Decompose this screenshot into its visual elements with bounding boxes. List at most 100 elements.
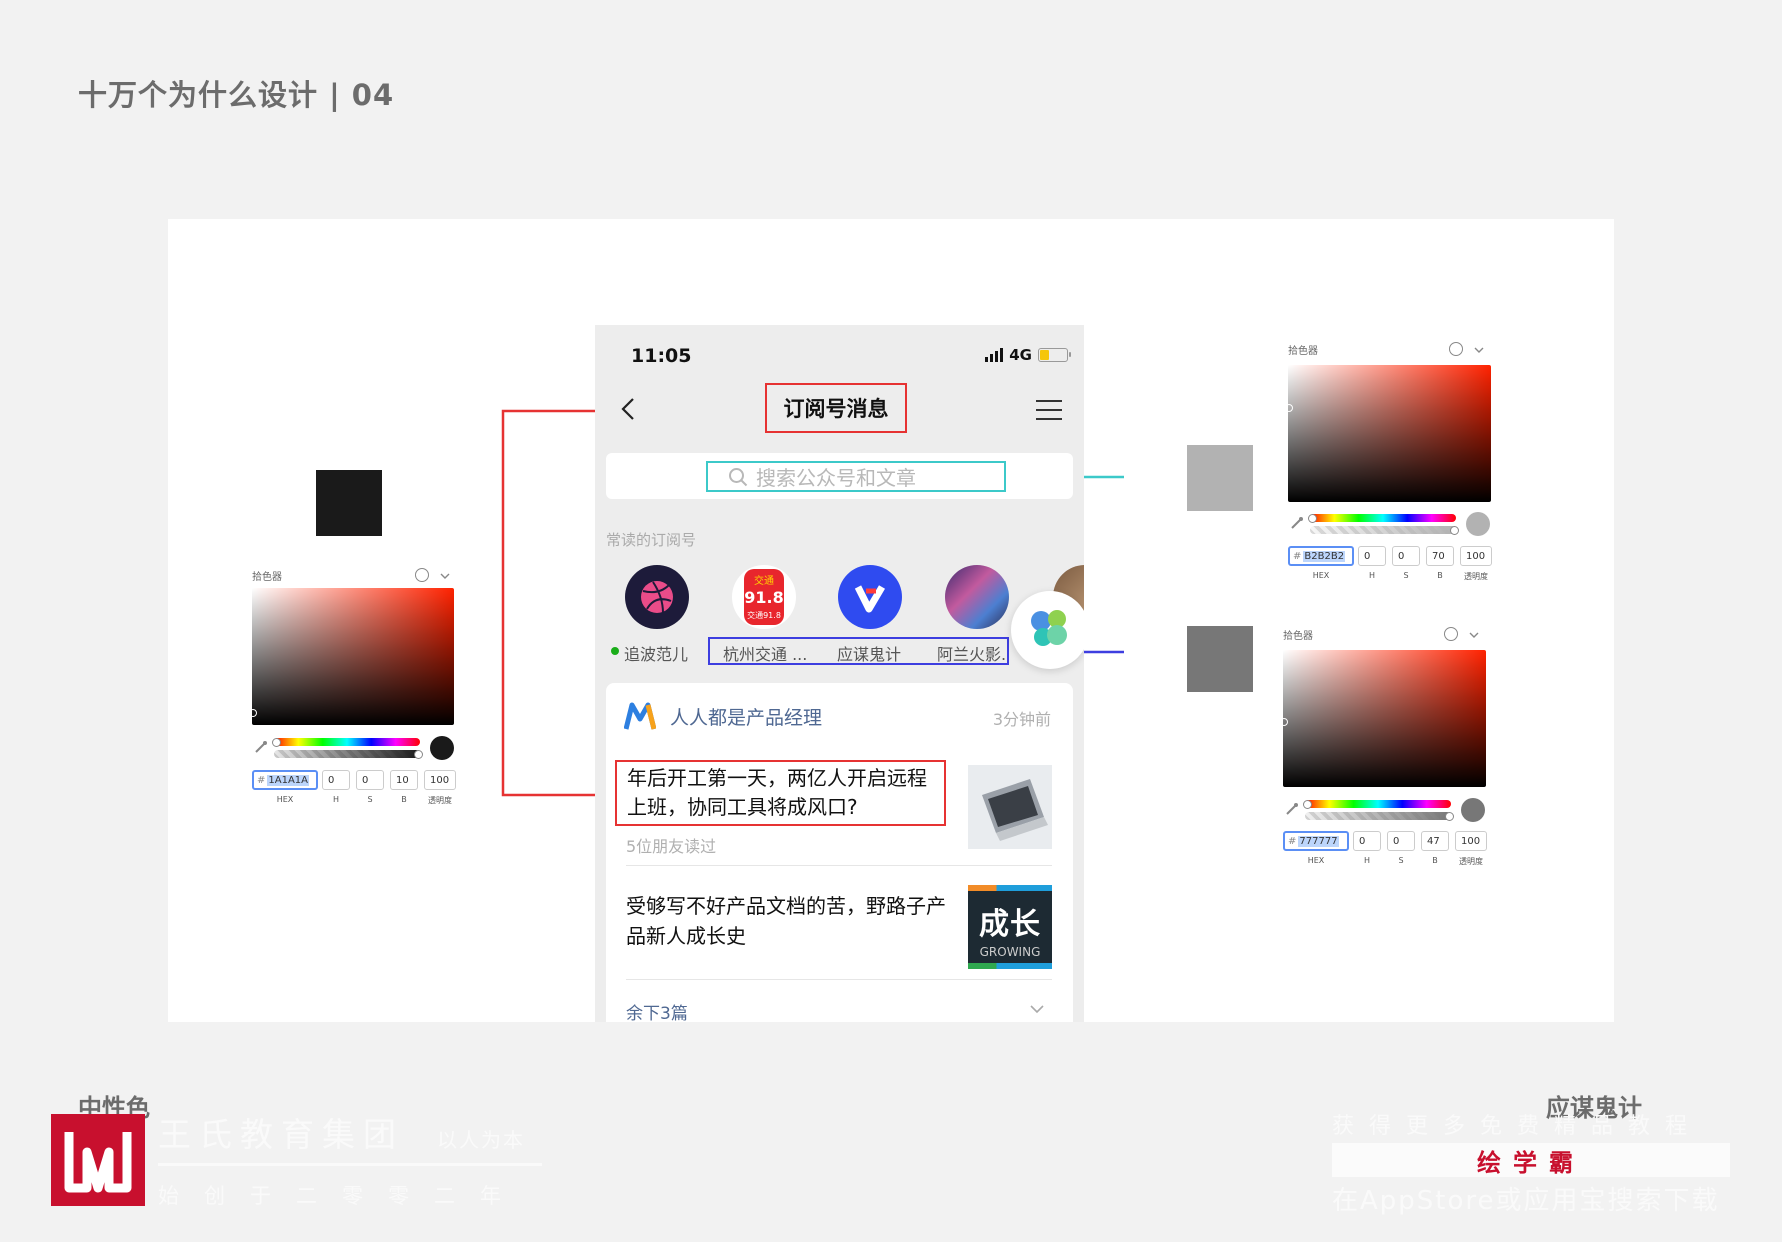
chevron-down-icon[interactable] (1474, 345, 1484, 355)
alpha-knob[interactable] (1450, 526, 1459, 535)
search-bar[interactable]: 搜索公众号和文章 (606, 453, 1073, 499)
svg-text:交通: 交通 (754, 574, 774, 587)
alpha-slider[interactable] (1305, 812, 1451, 820)
saturation-brightness-field[interactable] (252, 588, 454, 725)
alpha-field[interactable]: 100 (1455, 831, 1487, 851)
chevron-down-icon[interactable] (1469, 630, 1479, 640)
hamburger-menu-icon[interactable] (1036, 400, 1062, 420)
alpha-knob[interactable] (414, 750, 423, 759)
account-name-0: 追波范儿 (624, 645, 689, 664)
h-field[interactable]: 0 (1353, 831, 1381, 851)
b-label: B (1437, 571, 1443, 580)
b-field[interactable]: 10 (390, 770, 418, 790)
hex-value: 777777 (1298, 835, 1339, 847)
s-field[interactable]: 0 (356, 770, 384, 790)
publisher-name[interactable]: 人人都是产品经理 (670, 703, 822, 730)
color-picker-left: 拾色器 #1A1A1A 0 0 10 100 HEX H S B 透明度 (249, 568, 464, 808)
saturation-brightness-field[interactable] (1288, 365, 1491, 502)
promo-line-3: 在AppStore或应用宝搜索下载 (1332, 1186, 1720, 1216)
picker-title: 拾色器 (252, 572, 282, 583)
thumb-text-big: 成长 (979, 907, 1041, 942)
sb-marker[interactable] (249, 709, 257, 717)
chevron-left-icon[interactable] (617, 397, 641, 421)
hue-slider[interactable] (1310, 514, 1456, 522)
publisher-logo-icon (624, 702, 656, 730)
hex-field[interactable]: #1A1A1A (252, 770, 318, 790)
s-field[interactable]: 0 (1387, 831, 1415, 851)
watermark-founded: 始创于二零零二年 (158, 1184, 526, 1208)
hue-knob[interactable] (1303, 800, 1312, 809)
sb-marker[interactable] (1280, 718, 1288, 726)
watermark-company: 王氏教育集团 (158, 1115, 404, 1154)
h-label: H (1368, 571, 1375, 580)
account-name-2: 应谋鬼计 (837, 645, 902, 664)
history-clock-icon[interactable] (1449, 342, 1463, 356)
search-input[interactable]: 搜索公众号和文章 (706, 461, 1006, 492)
color-preview (1466, 512, 1490, 536)
hue-knob[interactable] (272, 738, 281, 747)
color-preview (1461, 798, 1485, 822)
radio-logo-icon: 交通 91.8 交通91.8 (744, 569, 784, 625)
b-field[interactable]: 70 (1426, 546, 1454, 566)
alpha-label: 透明度 (1459, 857, 1483, 866)
network-type: 4G (1009, 346, 1032, 364)
account-avatar-naruto[interactable] (945, 565, 1009, 629)
hue-knob[interactable] (1308, 514, 1317, 523)
more-articles-link[interactable]: 余下3篇 (626, 999, 688, 1022)
picker-title: 拾色器 (1288, 346, 1318, 357)
article-title-2[interactable]: 受够写不好产品文档的苦，野路子产品新人成长史 (626, 891, 956, 951)
watermark-divider (158, 1163, 542, 1166)
history-clock-icon[interactable] (1444, 627, 1458, 641)
account-avatar-yingmou[interactable] (838, 565, 902, 629)
hue-slider[interactable] (274, 738, 420, 746)
search-icon (729, 467, 748, 486)
alpha-field[interactable]: 100 (1460, 546, 1492, 566)
chevron-down-icon[interactable] (440, 571, 450, 581)
history-clock-icon[interactable] (415, 568, 429, 582)
s-field[interactable]: 0 (1392, 546, 1420, 566)
eyedropper-icon[interactable] (1290, 516, 1304, 530)
b-field[interactable]: 47 (1421, 831, 1449, 851)
alpha-slider[interactable] (274, 750, 420, 758)
chevron-down-icon[interactable] (1029, 1001, 1045, 1017)
eyedropper-icon[interactable] (254, 740, 268, 754)
divider (626, 979, 1052, 980)
hex-label: HEX (1307, 856, 1325, 865)
hue-slider[interactable] (1305, 800, 1451, 808)
svg-text:交通91.8: 交通91.8 (747, 610, 781, 620)
saturation-brightness-field[interactable] (1283, 650, 1486, 787)
publish-time: 3分钟前 (992, 710, 1051, 729)
color-preview (430, 736, 454, 760)
article-thumbnail-growing[interactable]: 成长 GROWING (968, 885, 1052, 969)
alpha-knob[interactable] (1445, 812, 1454, 821)
article-title-1[interactable]: 年后开工第一天，两亿人开启远程上班，协同工具将成风口? (615, 760, 946, 826)
w-logo-icon (64, 1132, 132, 1193)
hex-field[interactable]: #777777 (1283, 831, 1349, 851)
dribbble-icon (641, 581, 673, 614)
unread-dot (611, 647, 619, 655)
search-placeholder: 搜索公众号和文章 (756, 466, 916, 490)
svg-text:91.8: 91.8 (744, 588, 783, 607)
thumb-text-small: GROWING (979, 945, 1041, 959)
company-logo (51, 1114, 145, 1206)
h-field[interactable]: 0 (322, 770, 350, 790)
alpha-field[interactable]: 100 (424, 770, 456, 790)
eyedropper-icon[interactable] (1285, 802, 1299, 816)
battery-icon (1038, 348, 1071, 362)
hex-value: 1A1A1A (267, 774, 309, 786)
promo-brand: 绘学霸 (1332, 1143, 1730, 1177)
alpha-slider[interactable] (1310, 526, 1456, 534)
hex-field[interactable]: # B2B2B2 (1288, 546, 1354, 566)
account-name-1: 杭州交通 ... (723, 645, 808, 664)
picker-title: 拾色器 (1283, 631, 1313, 642)
account-avatar-radio[interactable]: 交通 91.8 交通91.8 (732, 565, 796, 629)
signal-icon (985, 348, 1004, 362)
watermark-tagline: 以人为本 (437, 1128, 525, 1152)
account-avatar-dribbble[interactable] (625, 565, 689, 629)
article-thumbnail-laptop[interactable] (968, 765, 1052, 849)
hex-label: HEX (1312, 571, 1330, 580)
nav-title: 订阅号消息 (765, 383, 907, 433)
h-field[interactable]: 0 (1358, 546, 1386, 566)
sb-marker[interactable] (1285, 404, 1293, 412)
floating-ball[interactable] (1011, 591, 1084, 669)
